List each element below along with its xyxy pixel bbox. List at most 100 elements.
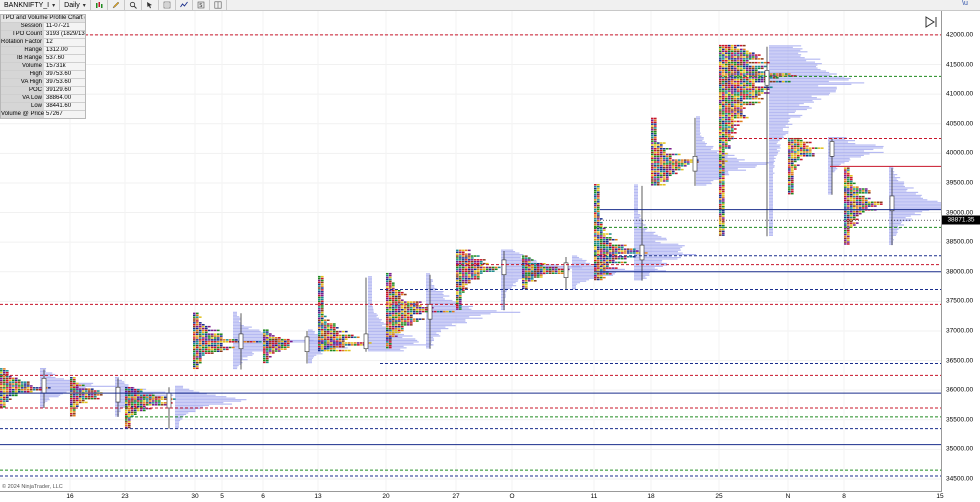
tpo-block xyxy=(651,182,654,184)
tpo-block xyxy=(844,193,847,196)
tpo-block xyxy=(797,149,800,151)
tpo-block xyxy=(196,333,199,335)
tpo-block xyxy=(850,212,853,215)
tpo-block xyxy=(734,54,737,56)
stats-value: 39129.60 xyxy=(44,87,85,94)
tpo-block xyxy=(603,273,606,275)
tpo-block xyxy=(725,147,728,149)
tpo-block xyxy=(719,222,722,225)
tpo-block xyxy=(600,278,603,281)
tpo-block xyxy=(660,165,663,167)
stats-key: Low xyxy=(1,103,44,110)
volume-profile-bar xyxy=(175,425,179,427)
tpo-block xyxy=(404,322,407,324)
tpo-block xyxy=(205,329,208,332)
tpo-block xyxy=(737,77,740,79)
indicators-button[interactable] xyxy=(176,0,193,11)
tpo-block xyxy=(401,316,404,319)
tpo-block xyxy=(853,203,856,205)
layout-button[interactable] xyxy=(210,0,227,11)
tpo-block xyxy=(743,52,746,54)
tpo-block xyxy=(474,276,477,278)
tpo-block xyxy=(597,193,600,195)
strategies-button[interactable]: S xyxy=(193,0,210,11)
tpo-block xyxy=(281,346,284,348)
zoom-button[interactable] xyxy=(125,0,142,11)
volume-profile-bar xyxy=(634,196,638,198)
tpo-block xyxy=(555,266,558,269)
volume-profile-bar xyxy=(175,385,184,387)
price-axis[interactable]: 42000.00 41500.00 41000.00 40500.00 40000.00… xyxy=(942,11,980,491)
instrument-selector[interactable]: BANKNIFTY_I ▾ xyxy=(0,0,61,11)
tpo-volume-chart[interactable] xyxy=(0,11,942,491)
tpo-block xyxy=(597,199,600,201)
tpo-block xyxy=(627,248,630,250)
tpo-block xyxy=(856,188,859,190)
tpo-block xyxy=(9,375,12,378)
volume-profile-bar xyxy=(40,382,94,384)
volume-profile-bar xyxy=(308,357,314,359)
tpo-block xyxy=(76,399,79,402)
volume-profile-bar xyxy=(769,123,793,125)
tpo-block xyxy=(737,65,740,68)
tpo-block xyxy=(413,320,416,322)
tpo-block xyxy=(196,337,199,339)
tpo-block xyxy=(94,394,97,396)
tpo-block xyxy=(528,270,531,273)
tpo-block xyxy=(654,130,657,133)
tpo-block xyxy=(722,46,725,49)
tpo-block xyxy=(719,179,722,181)
volume-profile-bar xyxy=(769,54,802,56)
tpo-block xyxy=(731,124,734,126)
tpo-block xyxy=(217,342,220,345)
tpo-block xyxy=(416,308,419,311)
tpo-block xyxy=(395,318,398,320)
tpo-block xyxy=(339,340,342,342)
tpo-block xyxy=(79,397,82,400)
tpo-block xyxy=(719,149,722,151)
tpo-block xyxy=(404,301,407,303)
tpo-block xyxy=(537,276,540,278)
tpo-block xyxy=(220,337,223,339)
play-forward-icon[interactable] xyxy=(924,16,938,28)
tpo-block xyxy=(459,251,462,254)
tpo-block xyxy=(612,252,615,254)
volume-profile-bar xyxy=(696,163,767,165)
tpo-block xyxy=(211,341,214,343)
tpo-block xyxy=(844,175,847,177)
bars-style-button[interactable] xyxy=(91,0,108,11)
chart-panel[interactable] xyxy=(0,11,942,491)
tpo-block xyxy=(205,350,208,353)
time-axis[interactable]: 16 23 30 5 6 13 20 27 O 11 18 25 N 8 15 xyxy=(0,491,944,502)
drawing-tools-button[interactable] xyxy=(108,0,125,11)
tpo-block xyxy=(856,205,859,207)
tpo-block xyxy=(272,346,275,348)
tpo-block xyxy=(737,92,740,94)
interval-selector[interactable]: Daily ▾ xyxy=(60,0,91,11)
tpo-block xyxy=(357,336,360,339)
tpo-block xyxy=(654,153,657,156)
tpo-block xyxy=(318,281,321,284)
tpo-block xyxy=(728,73,731,75)
tpo-block xyxy=(407,301,410,303)
stats-row: High 39753.60 xyxy=(1,70,85,78)
tpo-block xyxy=(9,377,12,380)
tpo-block xyxy=(597,240,600,243)
tpo-block xyxy=(868,197,871,200)
volume-profile-bar xyxy=(572,282,581,284)
tpo-block xyxy=(722,147,725,149)
tpo-block xyxy=(18,389,21,391)
tpo-block xyxy=(621,248,624,250)
tpo-block xyxy=(618,244,621,247)
tpo-block xyxy=(422,318,425,320)
tpo-block xyxy=(719,156,722,159)
tpo-block xyxy=(462,278,465,280)
tpo-block xyxy=(480,259,483,261)
tpo-block xyxy=(847,197,850,200)
stats-key: Volume xyxy=(1,63,44,70)
properties-button[interactable] xyxy=(159,0,176,11)
tpo-block xyxy=(459,274,462,276)
tpo-block xyxy=(853,197,856,200)
tpo-block xyxy=(474,259,477,261)
cursor-button[interactable] xyxy=(142,0,159,11)
